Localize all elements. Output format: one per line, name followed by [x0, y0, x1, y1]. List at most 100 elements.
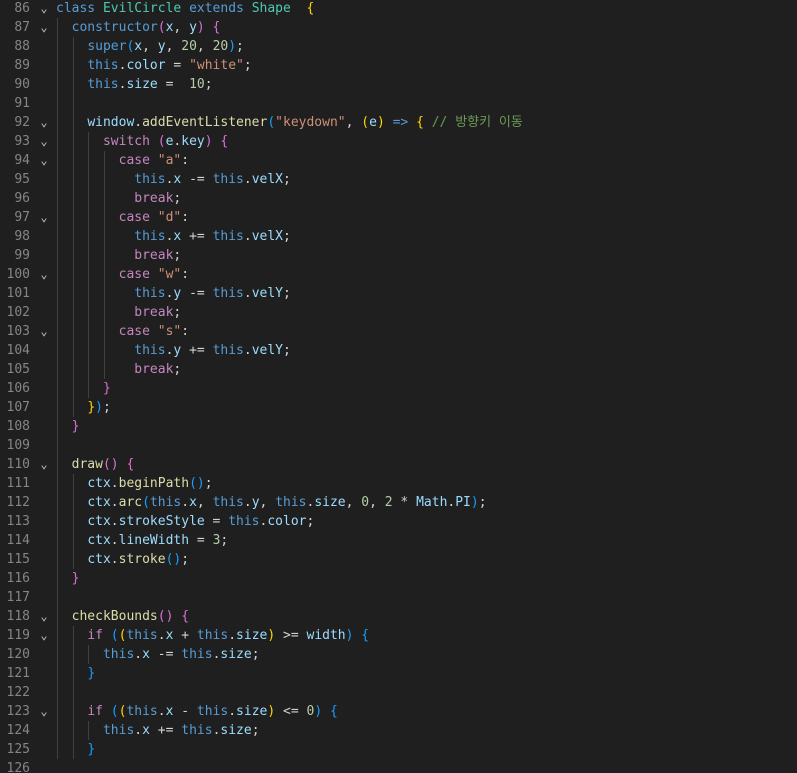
fold-chevron-icon[interactable]: ⌄ [36, 607, 52, 626]
code-line[interactable]: 92 ⌄ window.addEventListener("keydown", (… [0, 113, 797, 132]
code-text: this.size = 10; [56, 75, 212, 94]
code-token: () [165, 552, 182, 567]
code-line[interactable]: 102 break; [0, 303, 797, 322]
code-line[interactable]: 99 break; [0, 246, 797, 265]
code-line[interactable]: 87 ⌄ constructor(x, y) { [0, 18, 797, 37]
code-token: ( [110, 628, 119, 643]
code-line[interactable]: 122 [0, 683, 797, 702]
code-token: if [87, 628, 103, 643]
code-text: class EvilCircle extends Shape { [56, 0, 314, 18]
code-line[interactable]: 124 this.x += this.size; [0, 721, 797, 740]
code-token: if [87, 704, 103, 719]
code-line[interactable]: 115 ctx.stroke(); [0, 550, 797, 569]
fold-chevron-icon[interactable]: ⌄ [36, 265, 52, 284]
line-number: 112 [6, 495, 30, 510]
code-token: this [212, 172, 244, 187]
code-token: ; [283, 286, 291, 301]
code-token: case [118, 210, 150, 225]
fold-chevron-icon[interactable]: ⌄ [36, 113, 52, 132]
code-token: . [157, 704, 166, 719]
code-line[interactable]: 108 } [0, 417, 797, 436]
code-text: ctx.arc(this.x, this.y, this.size, 0, 2 … [56, 493, 487, 512]
code-line[interactable]: 116 } [0, 569, 797, 588]
code-line[interactable]: 126 [0, 759, 797, 773]
code-line[interactable]: 104 this.y += this.velY; [0, 341, 797, 360]
fold-chevron-icon[interactable]: ⌄ [36, 132, 52, 151]
code-text: break; [56, 246, 181, 265]
code-token: += [181, 343, 213, 358]
line-number: 111 [6, 476, 30, 491]
code-line[interactable]: 119 ⌄ if ((this.x + this.size) >= width) … [0, 626, 797, 645]
code-line[interactable]: 98 this.x += this.velX; [0, 227, 797, 246]
code-line[interactable]: 96 break; [0, 189, 797, 208]
code-token: } [102, 381, 111, 396]
fold-chevron-icon[interactable]: ⌄ [36, 18, 52, 37]
code-line[interactable]: 101 this.y -= this.velY; [0, 284, 797, 303]
code-text: ctx.strokeStyle = this.color; [56, 512, 314, 531]
code-line[interactable]: 125 } [0, 740, 797, 759]
fold-chevron-icon[interactable]: ⌄ [36, 702, 52, 721]
code-token: "w" [157, 267, 182, 282]
code-token: this [102, 723, 135, 738]
code-token: ; [243, 58, 252, 73]
line-number: 109 [6, 438, 30, 453]
code-line[interactable]: 118 ⌄ checkBounds() { [0, 607, 797, 626]
code-line[interactable]: 114 ctx.lineWidth = 3; [0, 531, 797, 550]
code-line[interactable]: 97 ⌄ case "d": [0, 208, 797, 227]
code-line[interactable]: 110 ⌄ draw() { [0, 455, 797, 474]
code-token: case [118, 324, 150, 339]
code-line[interactable]: 117 [0, 588, 797, 607]
code-token: ; [478, 495, 487, 510]
code-line[interactable]: 120 this.x -= this.size; [0, 645, 797, 664]
code-line[interactable]: 91 [0, 94, 797, 113]
code-token: => [392, 115, 409, 130]
code-token: ; [173, 362, 182, 377]
code-line[interactable]: 88 super(x, y, 20, 20); [0, 37, 797, 56]
code-line[interactable]: 112 ctx.arc(this.x, this.y, this.size, 0… [0, 493, 797, 512]
code-line[interactable]: 93 ⌄ switch (e.key) { [0, 132, 797, 151]
fold-chevron-icon[interactable]: ⌄ [36, 455, 52, 474]
code-text: case "w": [56, 265, 189, 284]
line-number: 87 [14, 20, 30, 35]
code-line[interactable]: 107 }); [0, 398, 797, 417]
code-token: ctx [87, 533, 111, 548]
code-line[interactable]: 86 ⌄ class EvilCircle extends Shape { [0, 0, 797, 18]
code-line[interactable]: 123 ⌄ if ((this.x - this.size) <= 0) { [0, 702, 797, 721]
code-line[interactable]: 89 this.color = "white"; [0, 56, 797, 75]
code-token: { [181, 609, 190, 624]
fold-chevron-icon[interactable]: ⌄ [36, 208, 52, 227]
code-line[interactable]: 90 this.size = 10; [0, 75, 797, 94]
code-line[interactable]: 109 [0, 436, 797, 455]
fold-chevron-icon[interactable]: ⌄ [36, 626, 52, 645]
code-line[interactable]: 100 ⌄ case "w": [0, 265, 797, 284]
fold-chevron-icon[interactable]: ⌄ [36, 322, 52, 341]
fold-chevron-icon[interactable]: ⌄ [36, 151, 52, 170]
code-text: ctx.stroke(); [56, 550, 189, 569]
code-line[interactable]: 121 } [0, 664, 797, 683]
code-editor[interactable]: 86 ⌄ class EvilCircle extends Shape { 87 ⌄ c… [0, 0, 797, 773]
code-token: . [134, 115, 143, 130]
code-text: this.color = "white"; [56, 56, 252, 75]
code-token: this [275, 495, 307, 510]
code-line[interactable]: 94 ⌄ case "a": [0, 151, 797, 170]
line-number: 107 [6, 400, 30, 415]
code-line[interactable]: 113 ctx.strokeStyle = this.color; [0, 512, 797, 531]
code-line[interactable]: 103 ⌄ case "s": [0, 322, 797, 341]
code-line[interactable]: 106 } [0, 379, 797, 398]
code-token: . [110, 495, 119, 510]
code-line[interactable]: 95 this.x -= this.velX; [0, 170, 797, 189]
code-token: "s" [157, 324, 182, 339]
code-token: : [181, 267, 190, 282]
code-token: ; [173, 305, 182, 320]
fold-chevron-icon[interactable]: ⌄ [36, 0, 52, 18]
code-line[interactable]: 105 break; [0, 360, 797, 379]
code-line[interactable]: 111 ctx.beginPath(); [0, 474, 797, 493]
